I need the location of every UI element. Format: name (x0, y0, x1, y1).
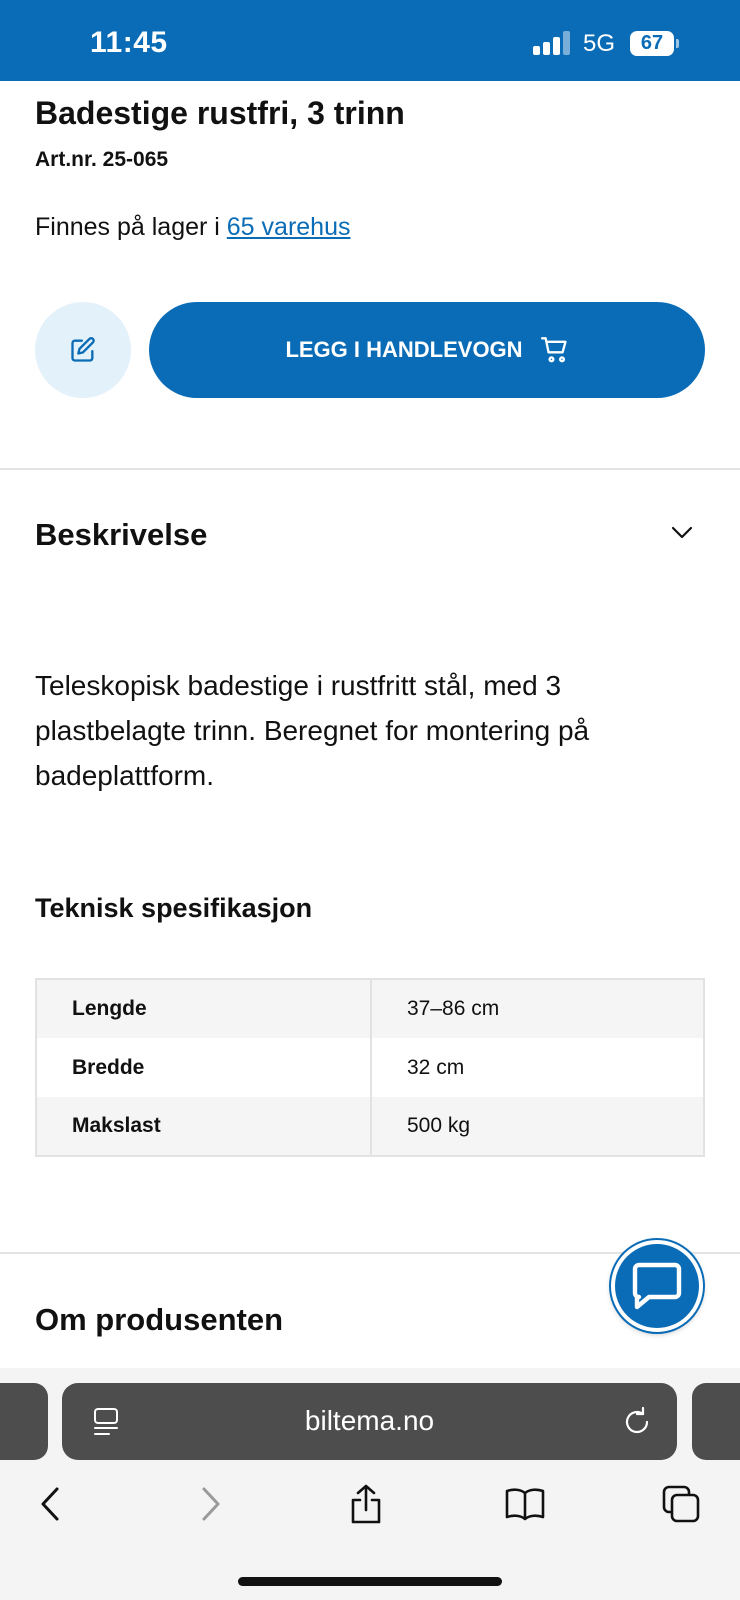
battery-icon: 67 (630, 31, 679, 56)
stock-prefix: Finnes på lager i (35, 213, 227, 241)
back-icon (41, 1487, 59, 1521)
add-to-cart-label: LEGG I HANDLEVOGN (285, 337, 523, 362)
share-icon (351, 1484, 381, 1524)
chat-button[interactable] (611, 1240, 703, 1332)
forward-icon (202, 1487, 220, 1521)
cart-icon (540, 337, 567, 363)
chevron-down-icon[interactable] (670, 525, 694, 541)
network-type: 5G (583, 30, 616, 57)
spec-key: Makslast (36, 1097, 372, 1156)
article-number: Art.nr. 25-065 (35, 148, 169, 171)
share-button[interactable] (344, 1482, 388, 1526)
manufacturer-heading[interactable]: Om produsenten (35, 1302, 283, 1338)
stock-stores-link[interactable]: 65 varehus (227, 213, 351, 241)
spec-key: Bredde (36, 1038, 372, 1097)
signal-icon (533, 31, 573, 55)
address-bar[interactable]: biltema.no (62, 1383, 677, 1460)
url-text: biltema.no (304, 1405, 435, 1436)
home-indicator (238, 1577, 502, 1586)
forward-button[interactable] (189, 1482, 233, 1526)
spec-key: Lengde (36, 979, 372, 1038)
description-text: Teleskopisk badestige i rustfritt stål, … (35, 670, 590, 791)
table-row: Bredde 32 cm (36, 1038, 704, 1097)
bookmarks-icon (505, 1488, 545, 1521)
add-to-cart-button[interactable]: LEGG I HANDLEVOGN (149, 302, 705, 398)
description-heading[interactable]: Beskrivelse (35, 517, 207, 553)
table-row: Lengde 37–86 cm (36, 979, 704, 1038)
spec-value: 37–86 cm (371, 979, 704, 1038)
status-bar: 11:45 5G 67 (0, 0, 740, 81)
battery-level: 67 (630, 31, 674, 56)
back-button[interactable] (28, 1482, 72, 1526)
tabs-button[interactable] (659, 1482, 703, 1526)
table-row: Makslast 500 kg (36, 1097, 704, 1156)
previous-tab-peek[interactable] (0, 1383, 48, 1460)
product-title: Badestige rustfri, 3 trinn (35, 95, 405, 131)
reload-icon[interactable] (622, 1405, 652, 1437)
spec-value: 32 cm (407, 1055, 465, 1079)
chat-icon (632, 1262, 682, 1310)
spec-table: Lengde 37–86 cm Bredde 32 cm Makslast 50… (35, 978, 705, 1157)
bookmarks-button[interactable] (503, 1482, 547, 1526)
next-tab-peek[interactable] (692, 1383, 740, 1460)
divider (0, 468, 740, 470)
stock-info: Finnes på lager i 65 varehus (35, 213, 350, 242)
tabs-icon (662, 1485, 700, 1523)
status-time: 11:45 (90, 26, 168, 59)
spec-heading: Teknisk spesifikasjon (35, 893, 313, 923)
edit-icon (71, 337, 95, 362)
edit-note-button[interactable] (35, 302, 131, 398)
spec-value: 500 kg (371, 1097, 704, 1156)
